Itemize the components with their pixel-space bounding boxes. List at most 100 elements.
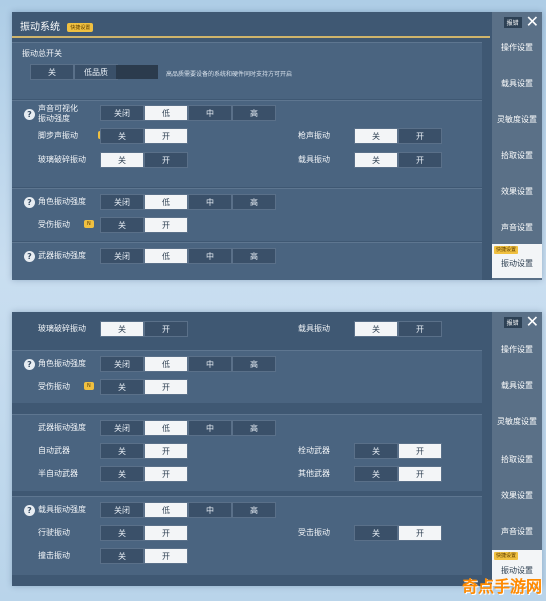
title-divider	[12, 36, 490, 38]
hurt-toggle: 关 开	[100, 217, 188, 233]
glass-on-option[interactable]: 开	[144, 152, 188, 168]
settings-sidebar: 报错 ✕ 操作设置 载具设置 灵敏度设置 拾取设置 效果设置 声音设置 快捷设置…	[492, 12, 542, 280]
gunshot-off-option[interactable]: 关	[354, 128, 398, 144]
char-low-option[interactable]: 低	[144, 194, 188, 210]
char-high-option[interactable]: 高	[232, 194, 276, 210]
char-low-option[interactable]: 低	[144, 356, 188, 372]
auto-weapon-on-option[interactable]: 开	[144, 443, 188, 459]
master-switch-section: 振动总开关 关 低品质 高品质需要设备的系统和硬件同时支持方可开启	[12, 42, 482, 99]
char-mid-option[interactable]: 中	[188, 194, 232, 210]
char-mid-option[interactable]: 中	[188, 356, 232, 372]
high-quality-note: 高品质需要设备的系统和硬件同时支持方可开启	[166, 71, 293, 78]
weapon-intensity-label: 武器振动强度	[38, 251, 86, 260]
sound-viz-high-option[interactable]: 高	[232, 105, 276, 121]
char-off-option[interactable]: 关闭	[100, 194, 144, 210]
vehicle-off-option[interactable]: 关	[354, 152, 398, 168]
gunshot-on-option[interactable]: 开	[398, 128, 442, 144]
new-badge: N	[84, 220, 94, 228]
hurt-label: 受伤振动	[38, 220, 70, 229]
collision-off-option[interactable]: 关	[100, 548, 144, 564]
weapon-off-option[interactable]: 关闭	[100, 420, 144, 436]
quick-settings-badge: 快捷设置	[494, 246, 519, 254]
auto-weapon-toggle: 关 开	[100, 443, 188, 459]
help-icon[interactable]: ?	[24, 359, 35, 370]
vehicle-intensity-label: 载具振动强度	[38, 505, 86, 514]
weapon-low-option[interactable]: 低	[144, 420, 188, 436]
weapon-section: 武器振动强度 关闭 低 中 高 自动武器 关 开 栓动武器 关 开 半自动武器 …	[12, 414, 482, 491]
auto-weapon-label: 自动武器	[38, 446, 70, 455]
help-icon[interactable]: ?	[24, 109, 35, 120]
hit-by-on-option[interactable]: 开	[398, 525, 442, 541]
bolt-weapon-toggle: 关 开	[354, 443, 442, 459]
high-quality-option-disabled	[116, 65, 158, 79]
semi-weapon-on-option[interactable]: 开	[144, 466, 188, 482]
page-title: 振动系统 快捷设置	[20, 18, 94, 33]
other-weapon-off-option[interactable]: 关	[354, 466, 398, 482]
hit-by-off-option[interactable]: 关	[354, 525, 398, 541]
help-icon[interactable]: ?	[24, 505, 35, 516]
bolt-weapon-off-option[interactable]: 关	[354, 443, 398, 459]
page-title-text: 振动系统	[20, 22, 60, 33]
weapon-low-option[interactable]: 低	[144, 248, 188, 264]
weapon-off-option[interactable]: 关闭	[100, 248, 144, 264]
bolt-weapon-on-option[interactable]: 开	[398, 443, 442, 459]
sidebar-item-sound[interactable]: 声音设置	[492, 508, 542, 556]
character-section: ? 角色振动强度 关闭 低 中 高 受伤振动 N 关 开	[12, 350, 482, 403]
help-icon[interactable]: ?	[24, 197, 35, 208]
drive-on-option[interactable]: 开	[144, 525, 188, 541]
vehicle-on-option[interactable]: 开	[398, 321, 442, 337]
vehicle-int-mid-option[interactable]: 中	[188, 502, 232, 518]
glass-toggle: 关 开	[100, 152, 188, 168]
glass-off-option[interactable]: 关	[100, 152, 144, 168]
vehicle-int-high-option[interactable]: 高	[232, 502, 276, 518]
auto-weapon-off-option[interactable]: 关	[100, 443, 144, 459]
help-icon[interactable]: ?	[24, 251, 35, 262]
hurt-on-option[interactable]: 开	[144, 379, 188, 395]
weapon-mid-option[interactable]: 中	[188, 420, 232, 436]
hurt-toggle: 关 开	[100, 379, 188, 395]
collision-on-option[interactable]: 开	[144, 548, 188, 564]
sound-viz-label-2: 振动强度	[38, 114, 70, 123]
weapon-section: ? 武器振动强度 关闭 低 中 高	[12, 242, 482, 280]
semi-weapon-off-option[interactable]: 关	[100, 466, 144, 482]
footstep-off-option[interactable]: 关	[100, 128, 144, 144]
vehicle-label: 载具振动	[298, 155, 330, 164]
vehicle-intensity-segmented: 关闭 低 中 高	[100, 502, 276, 518]
vehicle-on-option[interactable]: 开	[398, 152, 442, 168]
glass-off-option[interactable]: 关	[100, 321, 144, 337]
master-off-option[interactable]: 关	[30, 64, 74, 80]
character-section: ? 角色振动强度 关闭 低 中 高 受伤振动 N 关 开	[12, 188, 482, 241]
hit-by-label: 受击振动	[298, 528, 330, 537]
vehicle-int-off-option[interactable]: 关闭	[100, 502, 144, 518]
master-low-quality-option[interactable]: 低品质	[74, 64, 118, 80]
other-weapon-on-option[interactable]: 开	[398, 466, 442, 482]
vehicle-toggle: 关 开	[354, 321, 442, 337]
sound-viz-mid-option[interactable]: 中	[188, 105, 232, 121]
char-off-option[interactable]: 关闭	[100, 356, 144, 372]
glass-label: 玻璃破碎振动	[38, 155, 86, 164]
sound-viz-section: ? 声音可视化 振动强度 关闭 低 中 高 脚步声振动 N 关 开 枪声振动 关…	[12, 100, 482, 187]
glass-on-option[interactable]: 开	[144, 321, 188, 337]
char-high-option[interactable]: 高	[232, 356, 276, 372]
footstep-on-option[interactable]: 开	[144, 128, 188, 144]
vehicle-off-option[interactable]: 关	[354, 321, 398, 337]
glass-toggle: 关 开	[100, 321, 188, 337]
hurt-on-option[interactable]: 开	[144, 217, 188, 233]
hurt-off-option[interactable]: 关	[100, 379, 144, 395]
weapon-high-option[interactable]: 高	[232, 248, 276, 264]
sound-viz-off-option[interactable]: 关闭	[100, 105, 144, 121]
sidebar-item-vibration[interactable]: 快捷设置 振动设置	[492, 244, 542, 278]
settings-sidebar: 报错 ✕ 操作设置 载具设置 灵敏度设置 拾取设置 效果设置 声音设置 快捷设置…	[492, 312, 542, 586]
footstep-label: 脚步声振动	[38, 131, 78, 140]
vehicle-int-low-option[interactable]: 低	[144, 502, 188, 518]
weapon-mid-option[interactable]: 中	[188, 248, 232, 264]
sound-viz-low-option[interactable]: 低	[144, 105, 188, 121]
settings-main-area: 振动系统 快捷设置 振动总开关 关 低品质 高品质需要设备的系统和硬件同时支持方…	[12, 12, 490, 280]
hurt-label: 受伤振动	[38, 382, 70, 391]
hurt-off-option[interactable]: 关	[100, 217, 144, 233]
settings-main-area: 玻璃破碎振动 关 开 载具振动 关 开 ? 角色振动强度 关闭 低 中 高 受伤…	[12, 312, 490, 586]
drive-off-option[interactable]: 关	[100, 525, 144, 541]
settings-panel-bottom: 玻璃破碎振动 关 开 载具振动 关 开 ? 角色振动强度 关闭 低 中 高 受伤…	[12, 312, 542, 586]
master-switch-label: 振动总开关	[22, 49, 62, 58]
weapon-high-option[interactable]: 高	[232, 420, 276, 436]
